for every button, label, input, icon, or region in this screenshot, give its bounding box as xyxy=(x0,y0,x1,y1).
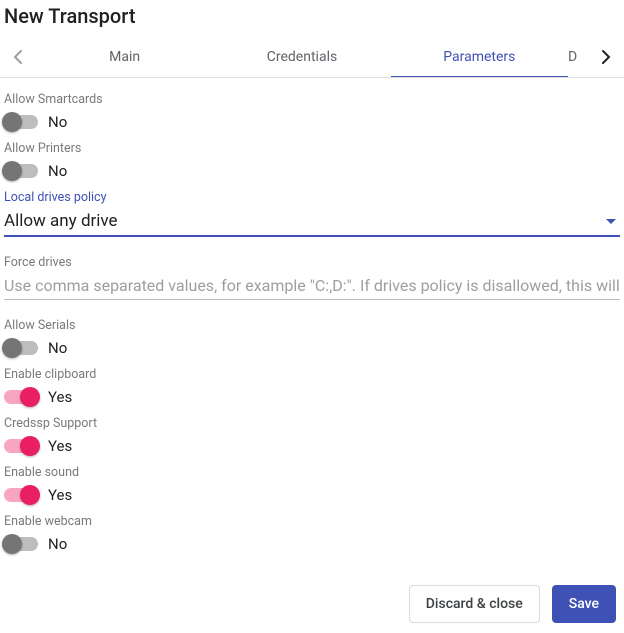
field-label: Enable sound xyxy=(4,465,620,480)
tabs-scroll: Main Credentials Parameters D xyxy=(36,36,588,77)
field-label: Allow Smartcards xyxy=(4,92,620,107)
field-force-drives: Force drives xyxy=(4,255,620,300)
toggle-value: No xyxy=(48,535,67,553)
select-local-drives-policy[interactable]: Allow any drive xyxy=(4,207,620,237)
toggle-value: Yes xyxy=(48,437,72,455)
toggle-value: No xyxy=(48,113,67,131)
toggle-allow-smartcards[interactable] xyxy=(4,115,38,129)
toggle-allow-serials[interactable] xyxy=(4,341,38,355)
field-label: Allow Serials xyxy=(4,318,620,333)
discard-button[interactable]: Discard & close xyxy=(409,585,540,623)
toggle-credssp-support[interactable] xyxy=(4,439,38,453)
tab-content-parameters: Allow Smartcards No Allow Printers No Lo… xyxy=(0,78,624,553)
toggle-knob xyxy=(2,338,22,358)
tabs-next-button[interactable] xyxy=(588,36,624,77)
toggle-enable-sound[interactable] xyxy=(4,488,38,502)
field-label: Force drives xyxy=(4,255,620,270)
dialog-title: New Transport xyxy=(0,0,624,36)
caret-down-icon xyxy=(606,219,616,224)
field-allow-serials: Allow Serials No xyxy=(4,318,620,357)
toggle-knob xyxy=(2,112,22,132)
save-button[interactable]: Save xyxy=(552,585,616,623)
field-label: Local drives policy xyxy=(4,190,620,205)
field-label: Allow Printers xyxy=(4,141,620,156)
field-enable-clipboard: Enable clipboard Yes xyxy=(4,367,620,406)
tab-credentials[interactable]: Credentials xyxy=(213,36,390,77)
field-credssp-support: Credssp Support Yes xyxy=(4,416,620,455)
toggle-value: Yes xyxy=(48,388,72,406)
toggle-value: Yes xyxy=(48,486,72,504)
dialog-actions: Discard & close Save xyxy=(0,563,624,633)
field-enable-sound: Enable sound Yes xyxy=(4,465,620,504)
toggle-enable-webcam[interactable] xyxy=(4,537,38,551)
tabs-row: Main Credentials Parameters D xyxy=(0,36,624,78)
field-label: Enable clipboard xyxy=(4,367,620,382)
tab-overflow[interactable]: D xyxy=(568,36,588,77)
toggle-value: No xyxy=(48,339,67,357)
field-allow-smartcards: Allow Smartcards No xyxy=(4,92,620,131)
toggle-knob xyxy=(2,534,22,554)
tab-main[interactable]: Main xyxy=(36,36,213,77)
field-local-drives-policy: Local drives policy Allow any drive xyxy=(4,190,620,237)
toggle-enable-clipboard[interactable] xyxy=(4,390,38,404)
chevron-right-icon xyxy=(601,49,611,65)
chevron-left-icon xyxy=(13,49,23,65)
toggle-knob xyxy=(20,387,40,407)
select-value: Allow any drive xyxy=(4,211,118,231)
field-label: Credssp Support xyxy=(4,416,620,431)
toggle-knob xyxy=(20,485,40,505)
field-label: Enable webcam xyxy=(4,514,620,529)
input-force-drives[interactable] xyxy=(4,272,620,300)
toggle-value: No xyxy=(48,162,67,180)
field-enable-webcam: Enable webcam No xyxy=(4,514,620,553)
toggle-knob xyxy=(2,161,22,181)
tab-parameters[interactable]: Parameters xyxy=(391,36,568,77)
tabs-prev-button[interactable] xyxy=(0,36,36,77)
toggle-knob xyxy=(20,436,40,456)
toggle-allow-printers[interactable] xyxy=(4,164,38,178)
field-allow-printers: Allow Printers No xyxy=(4,141,620,180)
